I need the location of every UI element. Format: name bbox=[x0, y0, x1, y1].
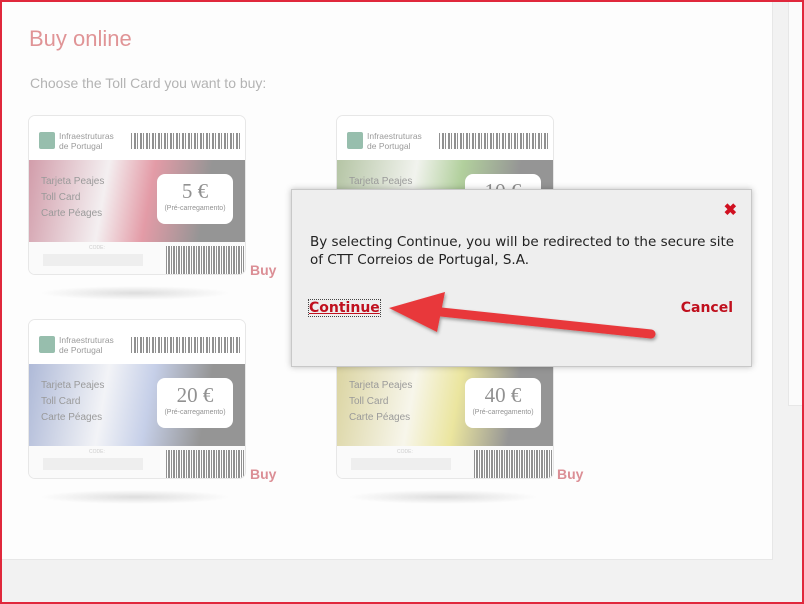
dialog-message: By selecting Continue, you will be redir… bbox=[310, 234, 735, 268]
close-icon[interactable]: ✖ bbox=[724, 200, 737, 220]
continue-button[interactable]: Continue bbox=[308, 299, 381, 317]
cancel-button[interactable]: Cancel bbox=[681, 300, 733, 316]
annotation-arrow-icon bbox=[389, 292, 656, 339]
